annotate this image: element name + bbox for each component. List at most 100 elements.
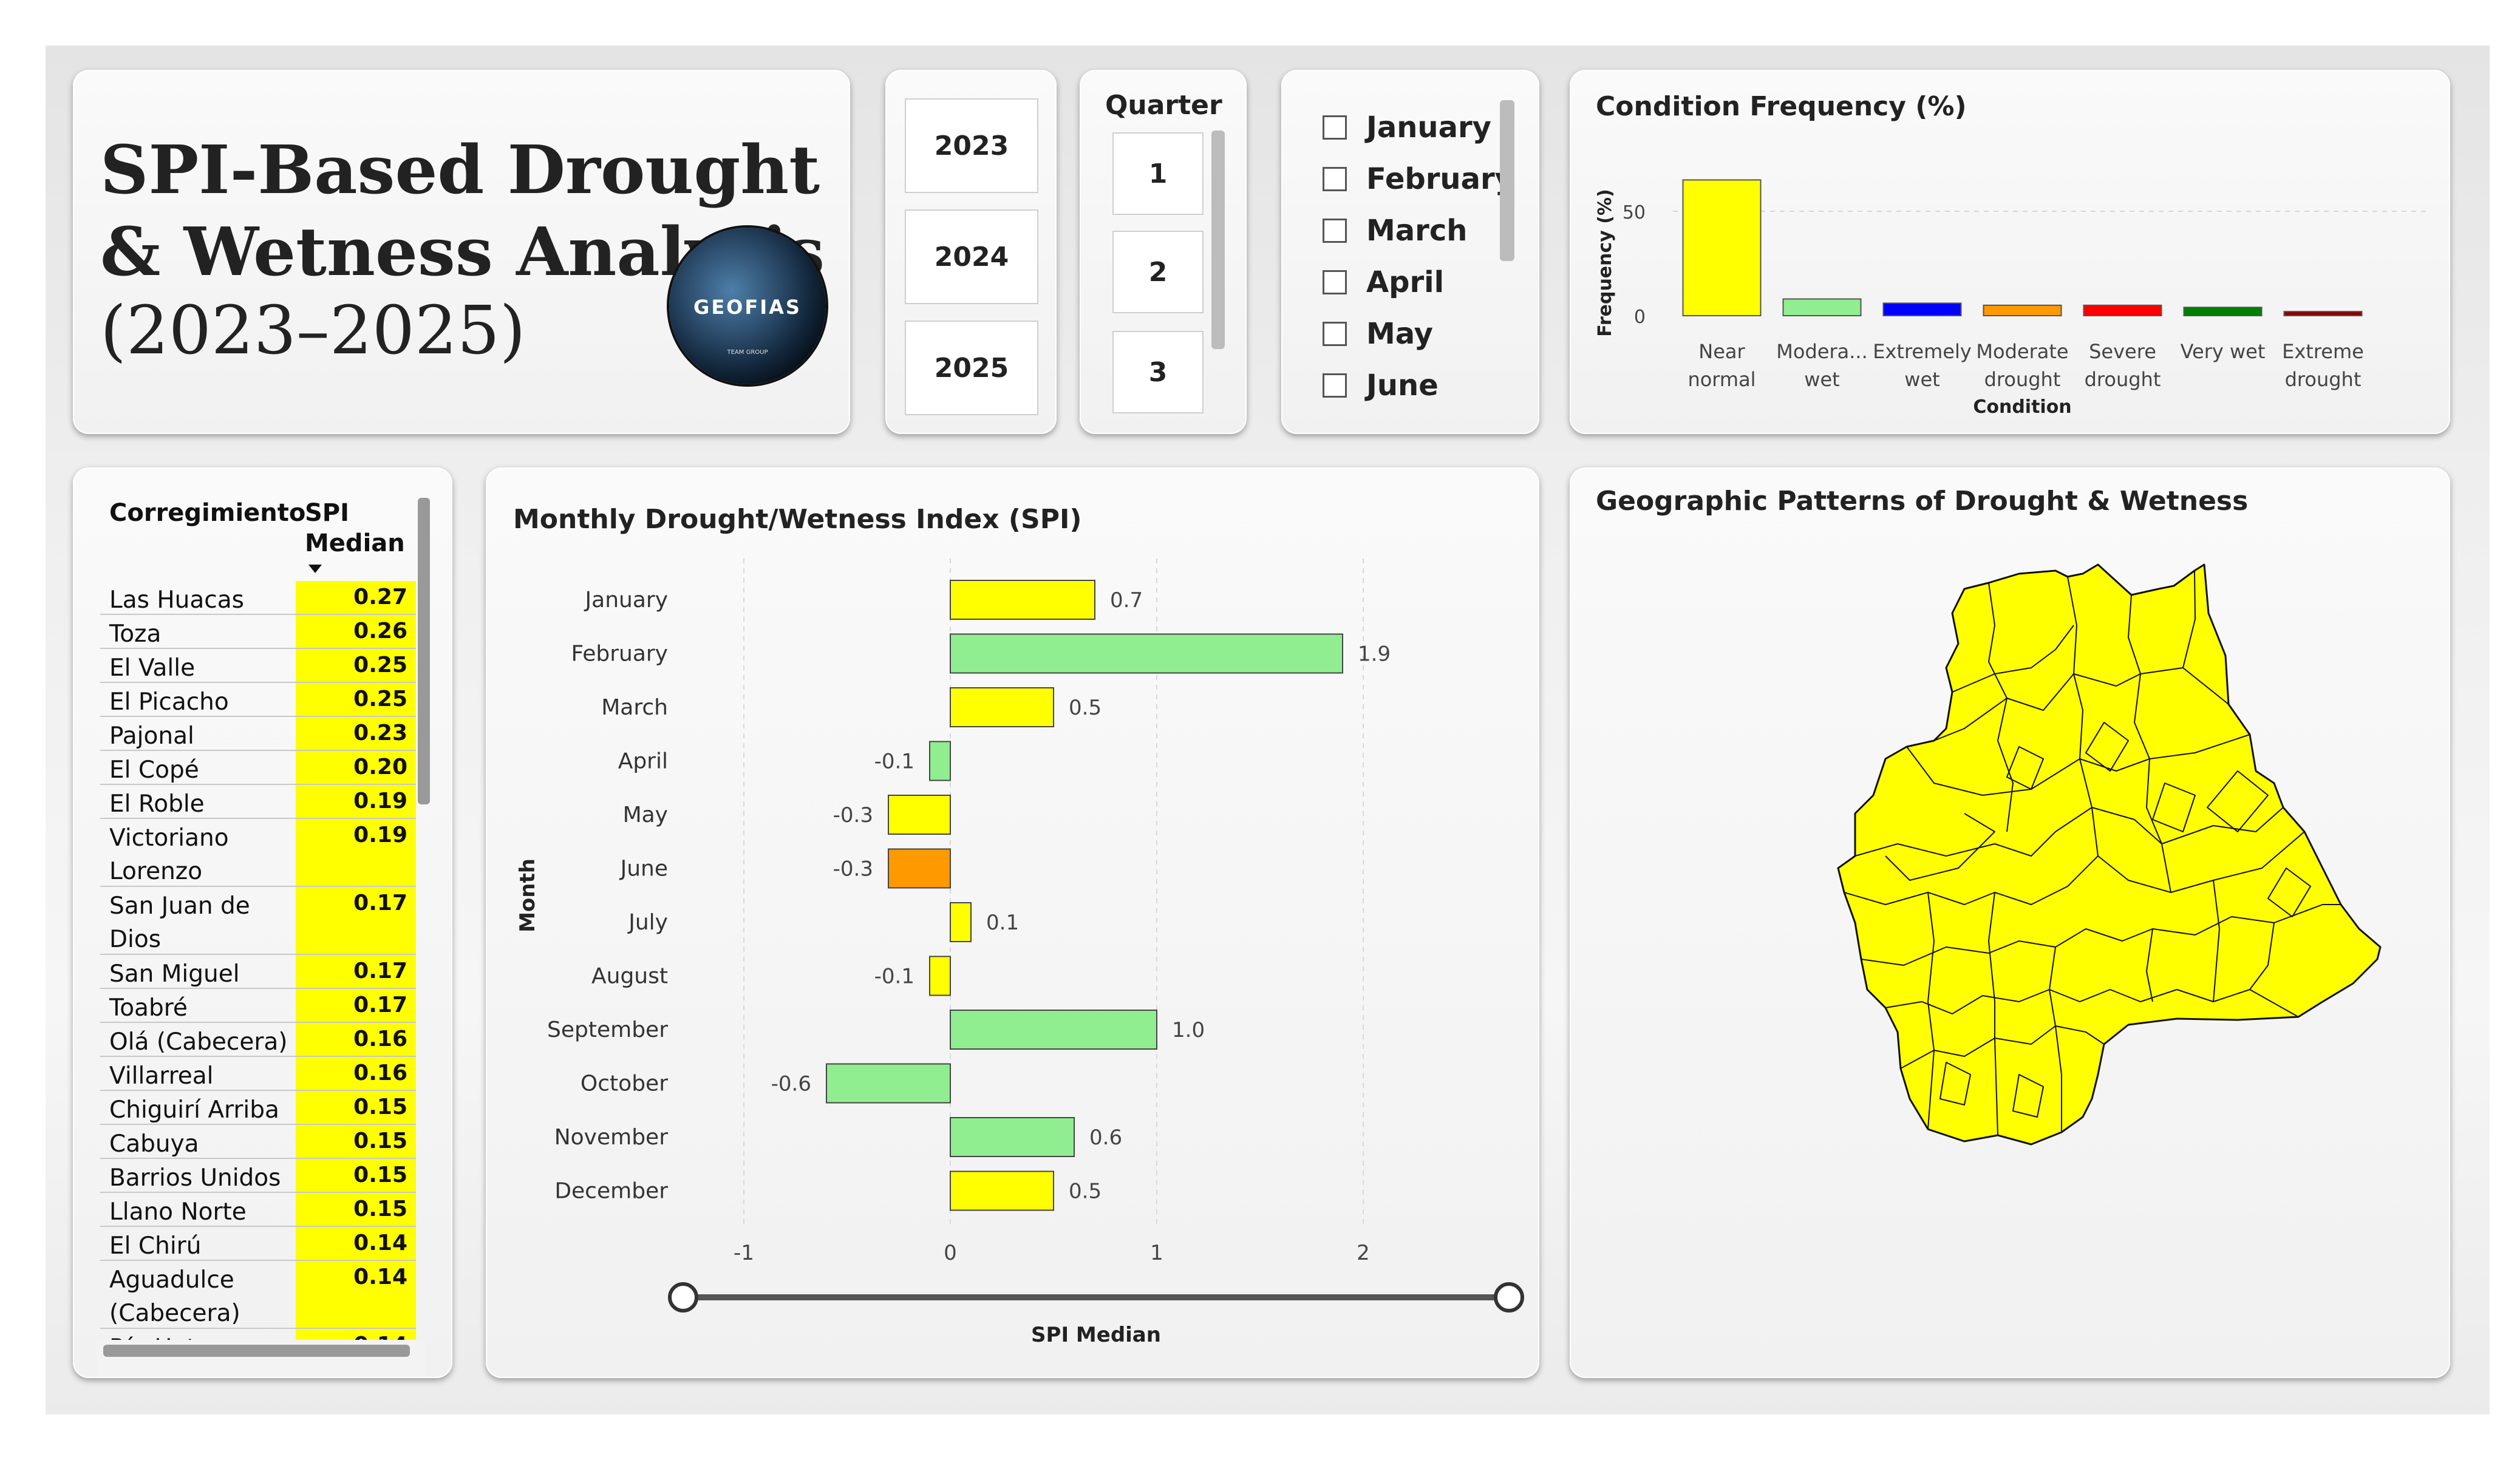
spi-data-label: 1.0: [1172, 1018, 1205, 1042]
corregimiento-name: El Roble: [109, 790, 205, 818]
corregimiento-name: Cabuya: [109, 1130, 199, 1158]
corregimiento-name: Toabré: [109, 994, 188, 1022]
logo-subtext: TEAM GROUP: [727, 349, 768, 356]
x-tick-label: 0: [944, 1241, 957, 1265]
table-header-spi-median[interactable]: SPI Median: [305, 498, 405, 559]
month-april-option[interactable]: April: [1323, 264, 1444, 301]
y-tick-label: 50: [1623, 202, 1646, 223]
month-february-option[interactable]: February: [1323, 161, 1514, 197]
table-row[interactable]: Toabré 0.17: [100, 989, 416, 1023]
table-header-corregimiento[interactable]: Corregimiento: [109, 498, 305, 528]
spi-bar: [888, 795, 951, 835]
spi-median-value: 0.25: [296, 683, 416, 716]
table-row[interactable]: El Copé 0.20: [100, 751, 416, 785]
spi-median-value: 0.15: [296, 1125, 416, 1158]
table-row[interactable]: Las Huacas 0.27: [100, 581, 416, 615]
checkbox-june[interactable]: [1323, 373, 1347, 398]
table-row[interactable]: Chiguirí Arriba 0.15: [100, 1091, 416, 1125]
table-vertical-scrollbar[interactable]: [418, 498, 430, 804]
spi-median-value: 0.17: [296, 955, 416, 988]
checkbox-march[interactable]: [1323, 219, 1347, 243]
spi-data-label: 0.1: [986, 911, 1019, 935]
x-tick-label: drought: [2285, 368, 2362, 391]
month-category-label: December: [554, 1179, 668, 1204]
spi-data-label: 0.5: [1069, 1180, 1102, 1204]
drought-map[interactable]: [1570, 467, 2450, 1378]
month-june-option[interactable]: June: [1323, 367, 1439, 404]
month-label: March: [1366, 214, 1468, 248]
range-slider-min-handle[interactable]: [668, 1282, 698, 1313]
checkbox-february[interactable]: [1323, 167, 1347, 191]
condition-bar: [2083, 304, 2162, 316]
month-category-label: November: [554, 1125, 668, 1150]
spi-bar: [950, 1170, 1054, 1211]
spi-data-label: -0.3: [833, 857, 873, 881]
x-tick-label: normal: [1687, 368, 1755, 391]
month-may-option[interactable]: May: [1323, 316, 1433, 352]
checkbox-may[interactable]: [1323, 322, 1347, 346]
table-row[interactable]: Aguadulce (Cabecera) 0.14: [100, 1261, 416, 1329]
x-axis-label: SPI Median: [1031, 1323, 1161, 1347]
corregimiento-name: Toza: [109, 620, 162, 648]
quarter-scrollbar[interactable]: [1211, 131, 1225, 349]
table-row[interactable]: Olá (Cabecera) 0.16: [100, 1023, 416, 1057]
x-tick-label: Moderate: [1976, 340, 2068, 363]
corregimiento-name: Pajonal: [109, 722, 194, 750]
x-tick-label: Near: [1698, 340, 1745, 363]
spi-median-value: 0.15: [296, 1091, 416, 1124]
year-2023-button[interactable]: 2023: [905, 98, 1038, 193]
corregimiento-name: El Chirú: [109, 1232, 202, 1260]
month-category-label: June: [619, 857, 668, 881]
spi-median-value: 0.16: [296, 1057, 416, 1090]
checkbox-january[interactable]: [1323, 115, 1347, 140]
table-row[interactable]: Pajonal 0.23: [100, 717, 416, 751]
x-tick-label: Severe: [2089, 340, 2156, 363]
quarter-2-button[interactable]: 2: [1112, 231, 1204, 313]
month-january-option[interactable]: January: [1323, 109, 1491, 146]
x-tick-label: 1: [1150, 1241, 1163, 1265]
condition-chart: 0 50 Frequency (%) Near normal Modera... wet Ex…: [1595, 179, 2426, 418]
year-2024-button[interactable]: 2024: [905, 209, 1038, 304]
table-row[interactable]: El Picacho 0.25: [100, 683, 416, 717]
month-label: April: [1366, 265, 1445, 299]
condition-bar: [2283, 311, 2363, 316]
table-row[interactable]: Cabuya 0.15: [100, 1125, 416, 1159]
table-row[interactable]: El Valle 0.25: [100, 649, 416, 683]
month-march-option[interactable]: March: [1323, 212, 1467, 249]
table-row[interactable]: El Chirú 0.14: [100, 1227, 416, 1261]
corregimiento-name: Chiguirí Arriba: [109, 1096, 279, 1124]
table-row[interactable]: Toza 0.26: [100, 615, 416, 649]
table-row[interactable]: San Juan de Dios 0.17: [100, 887, 416, 955]
table-row[interactable]: Llano Norte 0.15: [100, 1193, 416, 1227]
month-category-label: July: [627, 910, 668, 935]
x-tick-label: wet: [1804, 368, 1839, 391]
corregimiento-name: San Juan de Dios: [109, 892, 250, 953]
x-tick-label: drought: [1984, 368, 2061, 391]
quarter-3-button[interactable]: 3: [1112, 331, 1204, 413]
range-slider-max-handle[interactable]: [1494, 1282, 1524, 1313]
corregimiento-name: El Copé: [109, 756, 199, 784]
y-axis-label: Month: [516, 858, 540, 932]
table-row[interactable]: San Miguel 0.17: [100, 955, 416, 989]
year-2025-button[interactable]: 2025: [905, 321, 1038, 415]
checkbox-april[interactable]: [1323, 270, 1347, 294]
table-row[interactable]: Villarreal 0.16: [100, 1057, 416, 1091]
x-tick-label: -1: [734, 1241, 754, 1265]
spi-median-value: 0.17: [296, 887, 416, 954]
table-row[interactable]: Victoriano Lorenzo 0.19: [100, 819, 416, 887]
x-tick-label: 2: [1357, 1241, 1370, 1265]
spi-bar: [826, 1063, 951, 1104]
month-label: January: [1366, 110, 1491, 144]
table-row[interactable]: Barrios Unidos 0.15: [100, 1159, 416, 1193]
table-row[interactable]: El Roble 0.19: [100, 785, 416, 819]
spi-median-value: 0.15: [296, 1193, 416, 1226]
month-category-label: August: [591, 964, 668, 989]
spi-bar: [888, 848, 951, 889]
month-scrollbar[interactable]: [1500, 100, 1514, 261]
spi-bar: [950, 687, 1054, 727]
table-horizontal-scrollbar[interactable]: [103, 1345, 410, 1357]
spi-bar: [950, 633, 1343, 674]
x-tick-label: Very wet: [2181, 340, 2266, 363]
map-region-outline[interactable]: [1837, 563, 2382, 1146]
quarter-1-button[interactable]: 1: [1112, 132, 1204, 215]
